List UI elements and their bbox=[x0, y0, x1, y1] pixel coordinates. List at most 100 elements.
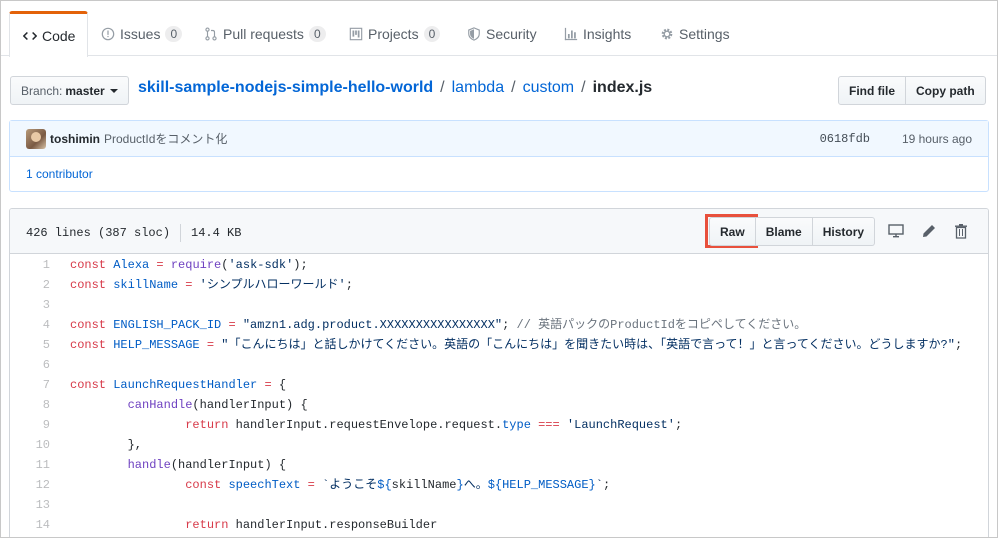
code-token: = bbox=[178, 278, 200, 292]
graph-icon bbox=[563, 26, 579, 42]
tab-projects-label: Projects bbox=[368, 25, 419, 42]
code-token: skillName bbox=[391, 478, 457, 492]
file-viewer: 426 lines (387 sloc) 14.4 KB Raw Blame H… bbox=[9, 208, 989, 537]
breadcrumb: skill-sample-nodejs-simple-hello-world /… bbox=[138, 79, 652, 97]
tab-security[interactable]: Security bbox=[466, 11, 537, 56]
commit-time: 19 hours ago bbox=[901, 131, 972, 146]
code-line: 12 const speechText = `ようこそ${skillName}へ… bbox=[10, 475, 988, 495]
shield-icon bbox=[466, 26, 482, 42]
trashcan-icon[interactable] bbox=[952, 221, 970, 241]
code-token: require bbox=[170, 258, 222, 272]
line-content bbox=[50, 495, 70, 515]
commit-sha-link[interactable]: 0618fdb bbox=[820, 132, 870, 146]
line-content: const Alexa = require('ask-sdk'); bbox=[50, 255, 308, 275]
contributors-link[interactable]: 1 contributor bbox=[10, 157, 988, 191]
code-token: type bbox=[502, 418, 531, 432]
breadcrumb-file-name: index.js bbox=[592, 79, 653, 96]
code-token: HELP_MESSAGE bbox=[113, 338, 200, 352]
code-token: 'シンプルハローワールド' bbox=[199, 278, 346, 292]
line-content: const ENGLISH_PACK_ID = "amzn1.adg.produ… bbox=[50, 315, 806, 335]
issues-counter: 0 bbox=[165, 25, 183, 42]
line-content: canHandle(handlerInput) { bbox=[50, 395, 308, 415]
code-token: ; bbox=[345, 278, 353, 292]
line-number[interactable]: 5 bbox=[10, 335, 50, 355]
code-line: 4 const ENGLISH_PACK_ID = "amzn1.adg.prod… bbox=[10, 315, 988, 335]
project-icon bbox=[348, 26, 364, 42]
code-token: ; bbox=[602, 478, 611, 492]
tab-issues[interactable]: Issues 0 bbox=[100, 11, 183, 56]
line-number[interactable]: 2 bbox=[10, 275, 50, 295]
code-token: const bbox=[70, 378, 114, 392]
code-token: 'ask-sdk' bbox=[228, 258, 294, 272]
code-token: speechText bbox=[228, 478, 301, 492]
file-header: 426 lines (387 sloc) 14.4 KB Raw Blame H… bbox=[10, 209, 988, 254]
copy-path-button[interactable]: Copy path bbox=[906, 76, 986, 105]
tab-insights[interactable]: Insights bbox=[563, 11, 631, 56]
code-line: 14 return handlerInput.responseBuilder bbox=[10, 515, 988, 535]
code-token: canHandle bbox=[127, 398, 193, 412]
code-token: "amzn1.adg.product.XXXXXXXXXXXXXXXX" bbox=[242, 318, 503, 332]
code-token: skillName bbox=[113, 278, 179, 292]
breadcrumb-repo-link[interactable]: skill-sample-nodejs-simple-hello-world bbox=[138, 79, 433, 97]
history-button[interactable]: History bbox=[812, 217, 876, 246]
commit-message[interactable]: ProductIdをコメント化 bbox=[104, 130, 227, 147]
breadcrumb-lambda-link[interactable]: lambda bbox=[452, 79, 504, 97]
line-number[interactable]: 12 bbox=[10, 475, 50, 495]
caret-down-icon bbox=[109, 88, 118, 93]
code-token: }, bbox=[70, 438, 143, 452]
code-token: 'LaunchRequest' bbox=[566, 418, 675, 432]
line-content: const speechText = `ようこそ${skillName}へ。${… bbox=[50, 475, 610, 495]
line-number[interactable]: 6 bbox=[10, 355, 50, 375]
code-token: ; bbox=[502, 318, 517, 332]
code-token: const bbox=[185, 478, 229, 492]
pencil-icon[interactable] bbox=[920, 221, 938, 241]
tab-code[interactable]: Code bbox=[9, 11, 89, 57]
issue-opened-icon bbox=[100, 26, 116, 42]
code-token: (handlerInput) { bbox=[170, 458, 287, 472]
tab-pull-requests[interactable]: Pull requests 0 bbox=[203, 11, 326, 56]
code-listing: 1 const Alexa = require('ask-sdk'); 2 const… bbox=[10, 255, 988, 535]
desktop-icon[interactable] bbox=[887, 221, 905, 241]
code-token: return bbox=[185, 518, 236, 532]
line-number[interactable]: 3 bbox=[10, 295, 50, 315]
find-file-button[interactable]: Find file bbox=[838, 76, 906, 105]
commit-author[interactable]: toshimin bbox=[50, 132, 100, 146]
line-content: const HELP_MESSAGE = "「こんにちは」と話しかけてください。… bbox=[50, 335, 962, 355]
line-number[interactable]: 10 bbox=[10, 435, 50, 455]
code-token: ; bbox=[954, 338, 963, 352]
branch-label: Branch: bbox=[21, 83, 63, 98]
tab-settings[interactable]: Settings bbox=[659, 11, 730, 56]
file-info-divider bbox=[180, 224, 182, 242]
line-number[interactable]: 13 bbox=[10, 495, 50, 515]
breadcrumb-custom-link[interactable]: custom bbox=[523, 79, 575, 97]
code-line: 5 const HELP_MESSAGE = "「こんにちは」と話しかけてください… bbox=[10, 335, 988, 355]
code-token: } bbox=[588, 478, 596, 492]
tab-projects[interactable]: Projects 0 bbox=[348, 11, 441, 56]
code-token: const bbox=[70, 338, 114, 352]
line-number[interactable]: 1 bbox=[10, 255, 50, 275]
code-token: = bbox=[300, 478, 323, 492]
code-token: const bbox=[70, 278, 114, 292]
file-line-count: 426 lines (387 sloc) bbox=[26, 226, 171, 240]
branch-select-button[interactable]: Branch: master bbox=[10, 76, 129, 105]
line-content bbox=[50, 295, 70, 315]
line-number[interactable]: 4 bbox=[10, 315, 50, 335]
projects-counter: 0 bbox=[423, 25, 441, 42]
tab-issues-label: Issues bbox=[120, 25, 161, 42]
file-info: 426 lines (387 sloc) 14.4 KB bbox=[26, 224, 241, 242]
blame-button[interactable]: Blame bbox=[755, 217, 813, 246]
line-content: handle(handlerInput) { bbox=[50, 455, 286, 475]
avatar[interactable] bbox=[26, 128, 46, 149]
line-number[interactable]: 9 bbox=[10, 415, 50, 435]
line-number[interactable]: 11 bbox=[10, 455, 50, 475]
raw-button[interactable]: Raw bbox=[709, 217, 756, 246]
code-token: ${ bbox=[487, 478, 503, 492]
line-content: }, bbox=[50, 435, 142, 455]
branch-name: master bbox=[65, 83, 105, 98]
line-number[interactable]: 14 bbox=[10, 515, 50, 535]
code-token: (handlerInput) { bbox=[192, 398, 308, 412]
line-number[interactable]: 8 bbox=[10, 395, 50, 415]
code-line: 7 const LaunchRequestHandler = { bbox=[10, 375, 988, 395]
line-number[interactable]: 7 bbox=[10, 375, 50, 395]
